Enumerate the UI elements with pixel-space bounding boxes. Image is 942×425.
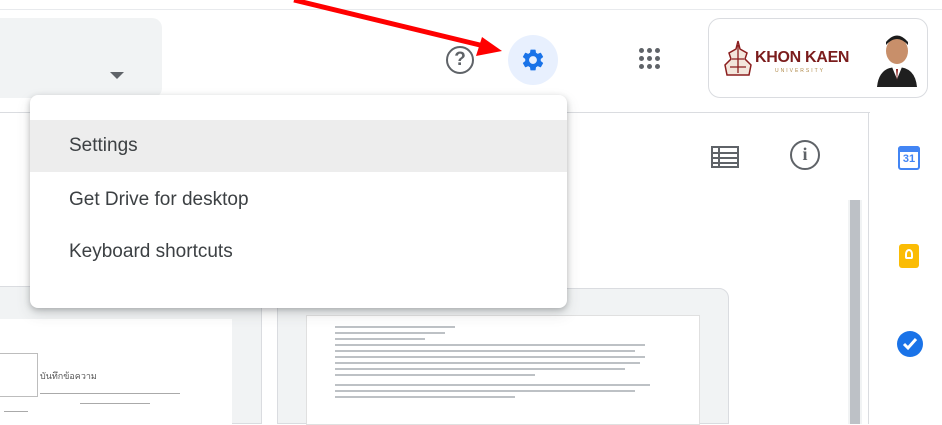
brand-name: KHON KAEN [755,49,850,66]
menu-item-get-drive-for-desktop[interactable]: Get Drive for desktop [30,174,567,226]
keep-icon[interactable] [899,244,919,268]
info-icon[interactable]: i [790,140,820,170]
brand-subtitle: UNIVERSITY [775,68,826,74]
top-divider [0,9,942,10]
calendar-icon[interactable]: 31 [898,146,920,170]
side-panel-divider [868,112,869,424]
scrollbar-thumb[interactable] [850,200,860,424]
file-thumbnail [306,315,700,425]
list-view-icon[interactable] [711,146,739,168]
tasks-icon[interactable] [897,331,923,357]
gear-icon [522,49,544,71]
settings-menu: Settings Get Drive for desktop Keyboard … [30,95,567,308]
file-thumbnail-title: บันทึกข้อความ [40,371,97,381]
menu-item-keyboard-shortcuts[interactable]: Keyboard shortcuts [30,226,567,278]
file-thumbnail: บันทึกข้อความ [0,319,232,425]
search-bar[interactable] [0,18,162,98]
menu-item-settings[interactable]: Settings [30,120,567,172]
account-switcher[interactable]: KHON KAEN UNIVERSITY [708,18,928,98]
avatar [877,35,917,87]
chevron-down-icon[interactable] [110,72,124,79]
settings-button[interactable] [508,35,558,85]
apps-grid-icon[interactable] [639,48,661,70]
university-logo [724,40,752,76]
help-icon[interactable]: ? [446,46,474,74]
file-card[interactable] [277,288,729,425]
